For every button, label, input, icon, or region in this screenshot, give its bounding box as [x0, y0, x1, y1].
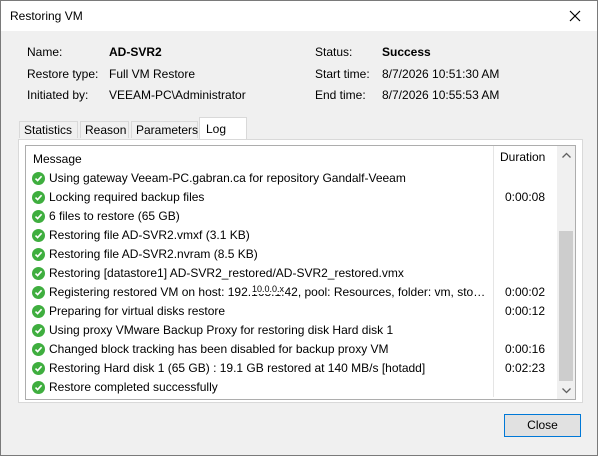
success-check-icon [32, 229, 45, 242]
log-row[interactable]: Restoring file AD-SVR2.nvram (8.5 KB) [26, 245, 557, 264]
chevron-up-icon [561, 152, 571, 158]
log-list-header: Message Duration [26, 146, 557, 169]
close-icon [569, 10, 581, 22]
success-check-icon [32, 343, 45, 356]
success-check-icon [32, 248, 45, 261]
status-label: Status: [315, 45, 353, 59]
tab-statistics[interactable]: Statistics [19, 121, 78, 138]
success-check-icon [32, 267, 45, 280]
restore-type-label: Restore type: [27, 67, 99, 81]
log-row[interactable]: Changed block tracking has been disabled… [26, 340, 557, 359]
log-list[interactable]: Message Duration Using gateway Veeam-PC.… [25, 145, 576, 400]
log-message: Restoring file AD-SVR2.vmxf (3.1 KB) [49, 228, 250, 242]
restore-type-value: Full VM Restore [109, 67, 196, 81]
start-time-value: 8/7/2026 10:51:30 AM [382, 67, 500, 81]
log-duration [493, 169, 556, 188]
log-row[interactable]: Preparing for virtual disks restore 0:00:… [26, 302, 557, 321]
tab-reason[interactable]: Reason [80, 121, 129, 138]
close-button[interactable]: Close [504, 414, 581, 437]
log-row[interactable]: Restoring Hard disk 1 (65 GB) : 19.1 GB … [26, 359, 557, 378]
log-tab-panel: Message Duration Using gateway Veeam-PC.… [18, 139, 583, 403]
success-check-icon [32, 210, 45, 223]
log-duration: 0:00:08 [493, 188, 556, 207]
vertical-scrollbar[interactable] [557, 146, 575, 399]
window-close-button[interactable] [557, 1, 593, 31]
status-value: Success [382, 45, 431, 59]
end-time-label: End time: [315, 88, 366, 102]
log-row[interactable]: Registering restored VM on host: 192.168… [26, 283, 557, 302]
name-label: Name: [27, 45, 63, 59]
log-message: Preparing for virtual disks restore [49, 304, 226, 318]
log-duration [493, 321, 556, 340]
log-duration [493, 264, 556, 283]
name-value: AD-SVR2 [109, 45, 162, 59]
log-duration: 0:00:02 [493, 283, 556, 302]
log-message: Using proxy VMware Backup Proxy for rest… [49, 323, 394, 337]
scroll-down-button[interactable] [557, 382, 575, 399]
tab-parameters[interactable]: Parameters [131, 121, 198, 138]
tab-log[interactable]: Log [199, 117, 247, 139]
log-duration [493, 226, 556, 245]
chevron-down-icon [561, 387, 571, 393]
scrollbar-thumb[interactable] [559, 231, 573, 381]
log-row[interactable]: Restoring file AD-SVR2.vmxf (3.1 KB) [26, 226, 557, 245]
window-title: Restoring VM [10, 9, 83, 23]
success-check-icon [32, 362, 45, 375]
column-header-message[interactable]: Message [33, 152, 82, 166]
log-row[interactable]: Using proxy VMware Backup Proxy for rest… [26, 321, 557, 340]
initiated-by-label: Initiated by: [27, 88, 89, 102]
log-row[interactable]: Restore completed successfully [26, 378, 557, 397]
log-row[interactable]: Using gateway Veeam-PC.gabran.ca for rep… [26, 169, 557, 188]
column-header-duration[interactable]: Duration [493, 146, 545, 169]
log-row[interactable]: Locking required backup files 0:00:08 [26, 188, 557, 207]
log-message: Restoring [datastore1] AD-SVR2_restored/… [49, 266, 404, 280]
restoring-vm-dialog: Restoring VM Name: AD-SVR2 Restore type:… [0, 0, 598, 456]
end-time-value: 8/7/2026 10:55:53 AM [382, 88, 500, 102]
scroll-up-button[interactable] [557, 146, 575, 163]
log-message: Restore completed successfully [49, 380, 218, 394]
success-check-icon [32, 381, 45, 394]
initiated-by-value: VEEAM-PC\Administrator [109, 88, 246, 102]
log-duration [493, 378, 556, 397]
log-message: Restoring file AD-SVR2.nvram (8.5 KB) [49, 247, 258, 261]
log-message: Restoring Hard disk 1 (65 GB) : 19.1 GB … [49, 361, 426, 375]
log-duration: 0:00:12 [493, 302, 556, 321]
log-message: Using gateway Veeam-PC.gabran.ca for rep… [49, 171, 406, 185]
log-duration [493, 245, 556, 264]
host-tooltip: 10.0.0.x [251, 284, 286, 294]
log-message: Locking required backup files [49, 190, 205, 204]
success-check-icon [32, 324, 45, 337]
success-check-icon [32, 286, 45, 299]
start-time-label: Start time: [315, 67, 370, 81]
log-duration [493, 207, 556, 226]
title-bar: Restoring VM [1, 1, 597, 31]
log-duration: 0:00:16 [493, 340, 556, 359]
success-check-icon [32, 191, 45, 204]
log-row[interactable]: 6 files to restore (65 GB) [26, 207, 557, 226]
log-row[interactable]: Restoring [datastore1] AD-SVR2_restored/… [26, 264, 557, 283]
log-message: Changed block tracking has been disabled… [49, 342, 389, 356]
log-duration: 0:02:23 [493, 359, 556, 378]
log-list-body: Using gateway Veeam-PC.gabran.ca for rep… [26, 169, 557, 397]
log-message: 6 files to restore (65 GB) [49, 209, 180, 223]
success-check-icon [32, 305, 45, 318]
success-check-icon [32, 172, 45, 185]
